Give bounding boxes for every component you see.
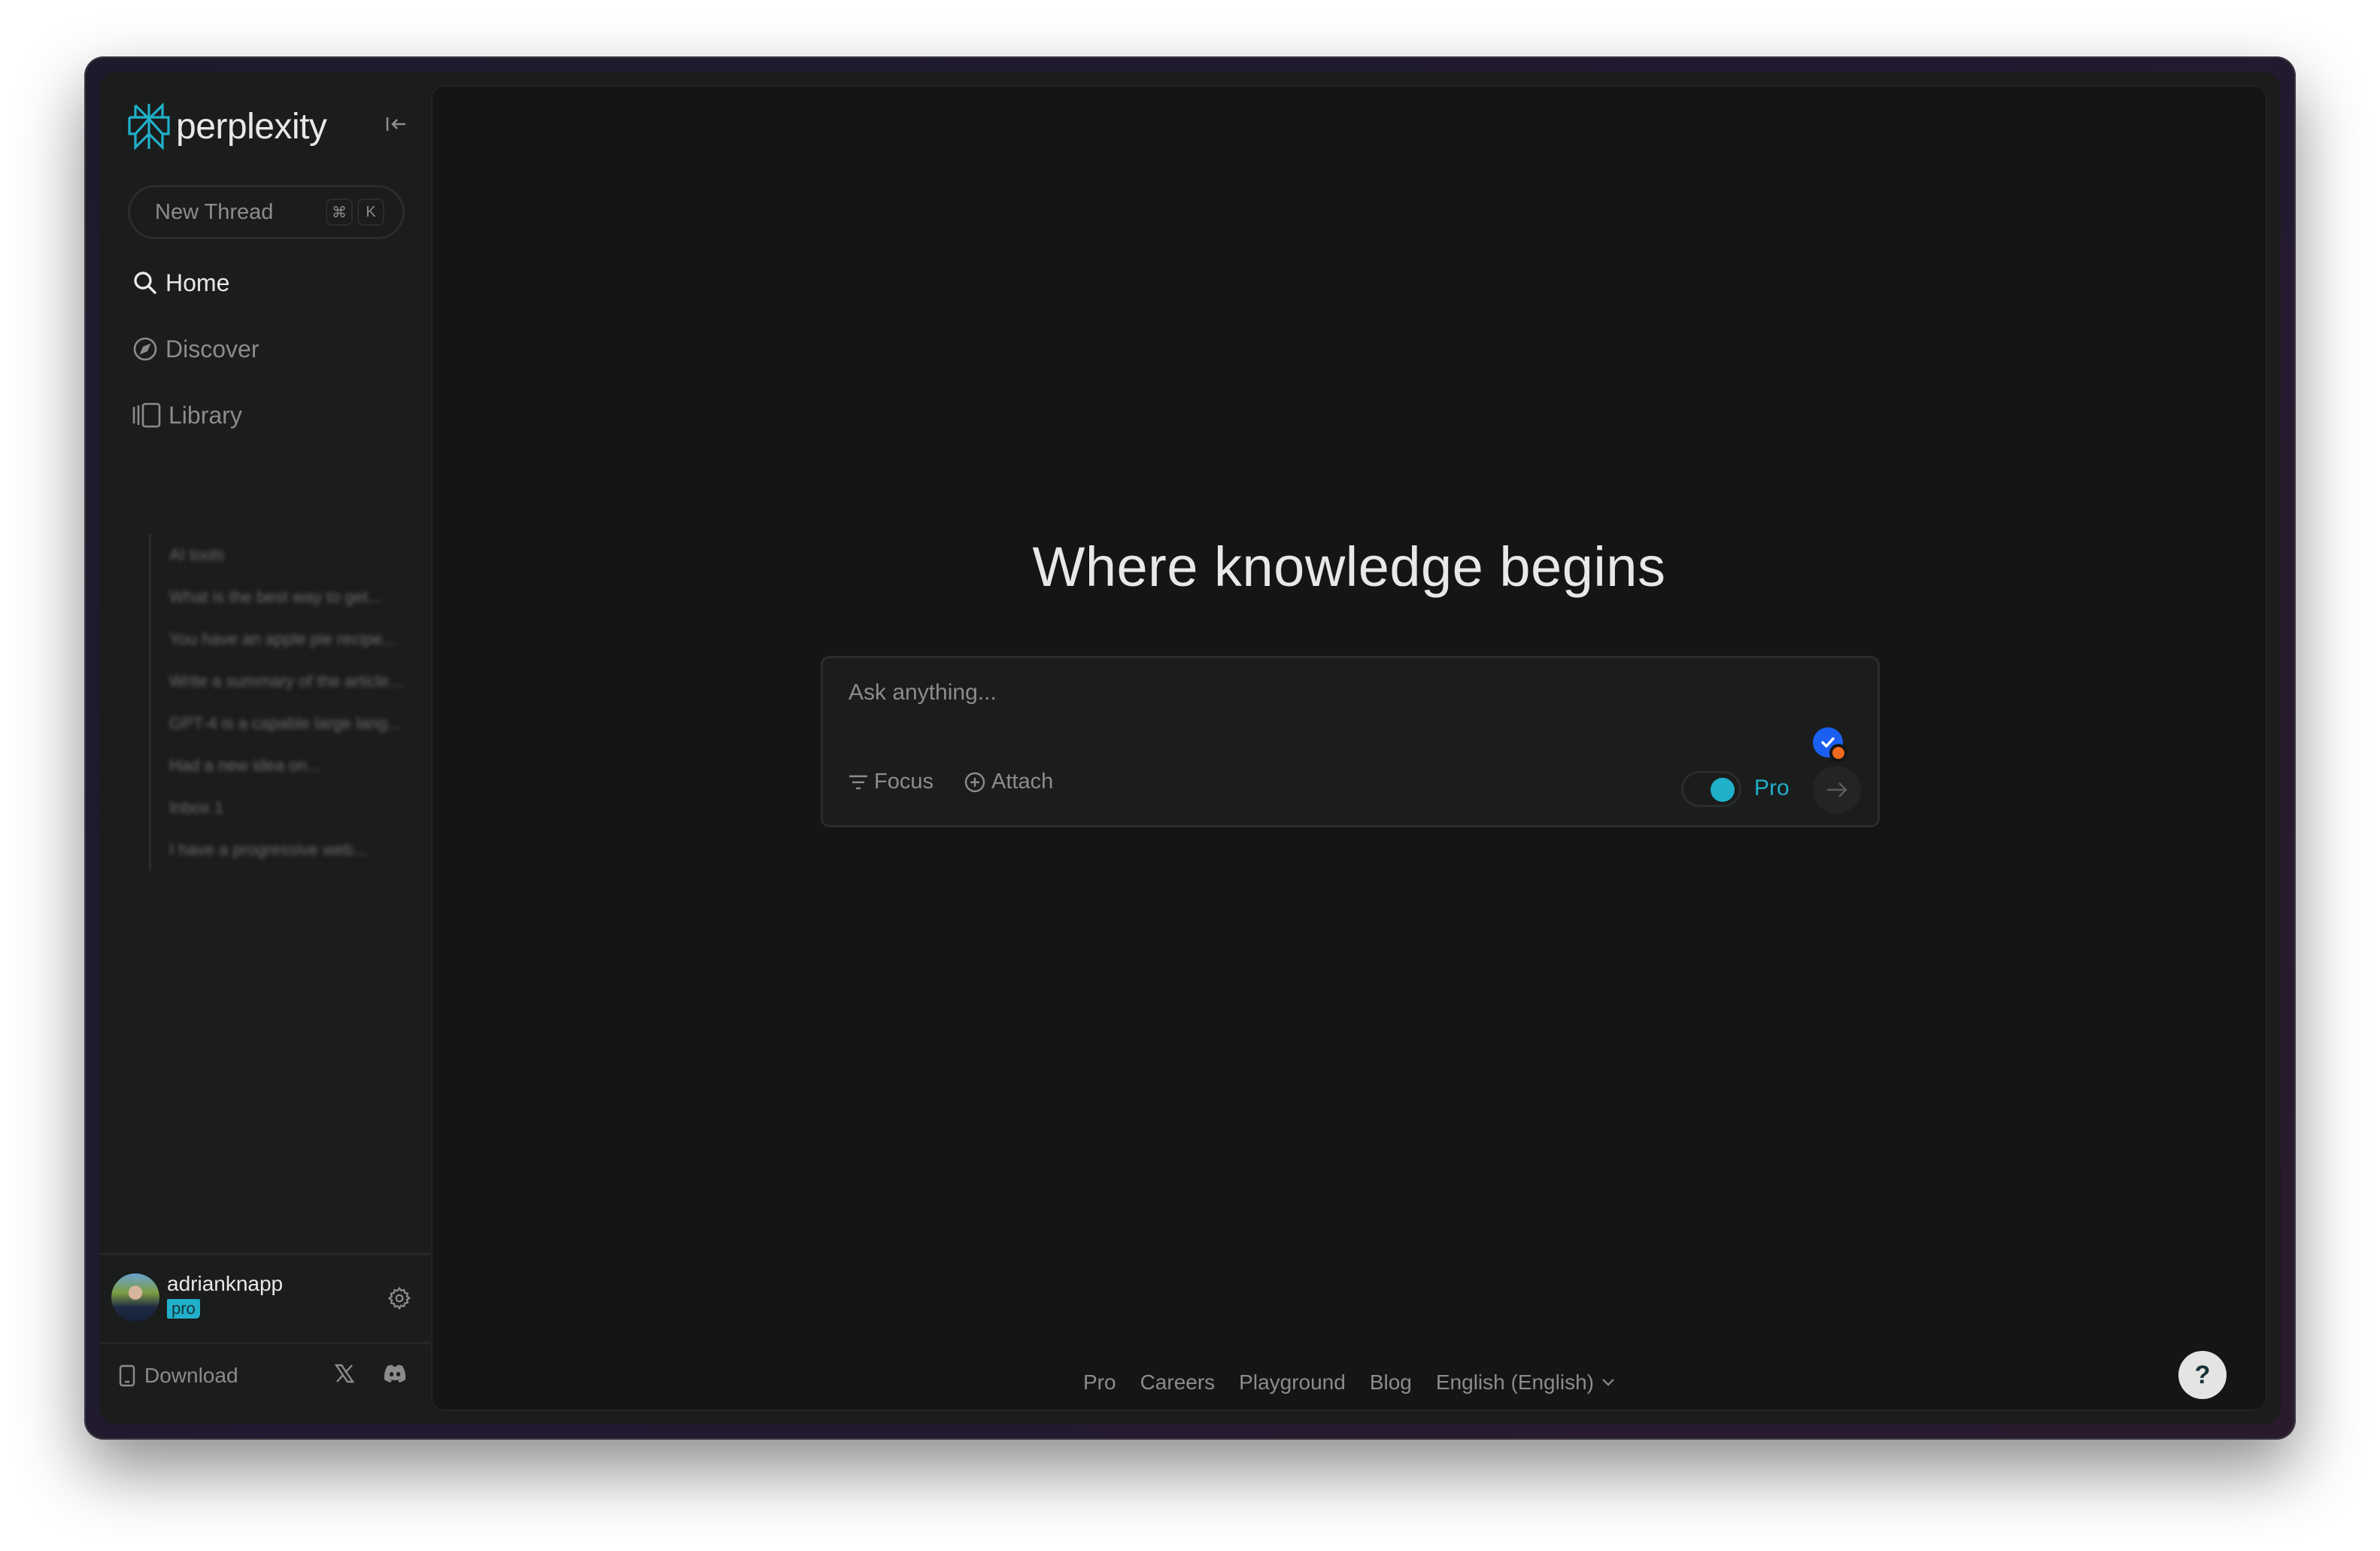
filter-icon	[849, 775, 867, 789]
gear-icon	[387, 1286, 411, 1310]
status-dot	[1829, 744, 1847, 762]
focus-label: Focus	[874, 769, 933, 794]
language-selector[interactable]: English (English)	[1436, 1370, 1615, 1395]
library-thread-item[interactable]: Write a summary of the article...	[169, 660, 402, 703]
library-thread-item[interactable]: Had a new idea on...	[169, 745, 402, 787]
download-button[interactable]: Download	[119, 1364, 238, 1388]
submit-button[interactable]	[1813, 766, 1861, 814]
footer-link-playground[interactable]: Playground	[1239, 1370, 1346, 1395]
app-window: perplexity New Thread ⌘ K Home Discover …	[84, 56, 2296, 1440]
sidebar-item-label: Home	[165, 269, 230, 296]
footer-link-pro[interactable]: Pro	[1083, 1370, 1116, 1395]
library-icon	[132, 402, 161, 428]
library-thread-list: AI tools What is the best way to get... …	[149, 534, 402, 871]
avatar[interactable]	[111, 1273, 159, 1322]
footer-links: Pro Careers Playground Blog English (Eng…	[433, 1370, 2266, 1395]
page-title: Where knowledge begins	[1032, 536, 1666, 598]
perplexity-logo-icon	[128, 102, 170, 150]
sidebar-item-label: Discover	[165, 335, 260, 363]
discord-link[interactable]	[382, 1363, 408, 1388]
pro-toggle-label[interactable]: Pro	[1754, 776, 1790, 801]
main-panel: Where knowledge begins Focus	[431, 85, 2267, 1411]
arrow-right-icon	[1827, 782, 1847, 797]
library-thread-item[interactable]: Inbox 1	[169, 787, 402, 829]
pro-toggle[interactable]	[1681, 771, 1741, 807]
collapse-left-icon	[386, 117, 405, 131]
brand-name: perplexity	[176, 106, 327, 147]
settings-button[interactable]	[387, 1285, 412, 1315]
sidebar-footer: Download	[99, 1342, 430, 1410]
language-label: English (English)	[1435, 1370, 1594, 1394]
footer-link-blog[interactable]: Blog	[1370, 1370, 1412, 1395]
extension-check-badge[interactable]	[1813, 727, 1847, 762]
sidebar-item-discover[interactable]: Discover	[132, 332, 259, 366]
phone-icon	[119, 1364, 135, 1387]
username: adrianknapp	[167, 1272, 284, 1295]
sidebar-item-home[interactable]: Home	[132, 266, 259, 299]
library-thread-item[interactable]: I have a progressive web...	[169, 829, 402, 871]
chevron-down-icon	[1602, 1379, 1614, 1386]
sidebar-item-library[interactable]: Library	[132, 399, 259, 432]
help-button[interactable]: ?	[2178, 1351, 2227, 1399]
library-thread-item[interactable]: What is the best way to get...	[169, 576, 402, 618]
logo[interactable]: perplexity	[128, 102, 327, 150]
x-twitter-link[interactable]	[334, 1363, 355, 1388]
collapse-sidebar-button[interactable]	[384, 111, 409, 137]
new-thread-button[interactable]: New Thread ⌘ K	[128, 185, 405, 239]
attach-label: Attach	[991, 769, 1054, 794]
footer-link-careers[interactable]: Careers	[1140, 1370, 1216, 1395]
plus-circle-icon	[964, 772, 985, 792]
pro-badge: pro	[167, 1299, 200, 1319]
user-profile[interactable]: adrianknapp pro	[99, 1253, 430, 1344]
download-label: Download	[144, 1364, 238, 1387]
focus-button[interactable]: Focus	[848, 769, 933, 794]
library-thread-item[interactable]: GPT-4 is a capable large lang...	[169, 703, 402, 745]
discord-icon	[384, 1364, 406, 1383]
sidebar-item-label: Library	[168, 401, 242, 429]
ask-box: Focus Attach Pro	[821, 656, 1880, 827]
shortcut-cmd-key: ⌘	[326, 199, 353, 226]
search-icon	[134, 272, 156, 294]
shortcut-k-key: K	[357, 199, 384, 226]
app-container: perplexity New Thread ⌘ K Home Discover …	[99, 72, 2281, 1424]
library-thread-item[interactable]: You have an apple pie recipe...	[169, 618, 402, 660]
compass-icon	[133, 337, 157, 361]
toggle-knob	[1711, 778, 1735, 802]
library-thread-item[interactable]: AI tools	[169, 534, 402, 576]
new-thread-label: New Thread	[155, 199, 274, 224]
attach-button[interactable]: Attach	[964, 769, 1053, 794]
sidebar: perplexity New Thread ⌘ K Home Discover …	[99, 72, 430, 1424]
ask-input[interactable]	[847, 679, 1753, 706]
x-logo-icon	[334, 1364, 355, 1383]
sidebar-nav: Home Discover Library	[132, 266, 259, 465]
